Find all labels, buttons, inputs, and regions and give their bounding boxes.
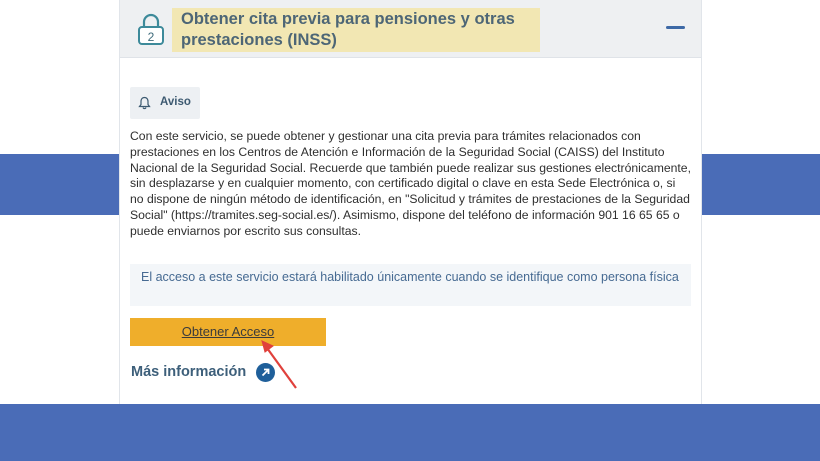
identification-notice: El acceso a este servicio estará habilit… [130,264,691,306]
aviso-label: Aviso [160,96,191,108]
bell-icon [138,96,151,110]
aviso-badge: Aviso [130,87,200,119]
external-link-icon [256,362,276,382]
more-info-label: Más información [131,364,247,380]
minus-icon [666,26,685,29]
step-number: 2 [148,30,155,44]
obtain-access-button[interactable]: Obtener Acceso [130,318,326,346]
card-header[interactable]: 2 Obtener cita previa para pensiones y o… [120,0,701,58]
more-info-link[interactable]: Más información [131,361,276,383]
collapse-button[interactable] [664,18,688,38]
lock-icon: 2 [138,13,164,45]
background-band-bottom [0,404,820,461]
service-card: 2 Obtener cita previa para pensiones y o… [119,0,702,404]
service-title: Obtener cita previa para pensiones y otr… [172,8,540,52]
service-description: Con este servicio, se puede obtener y ge… [130,129,691,238]
